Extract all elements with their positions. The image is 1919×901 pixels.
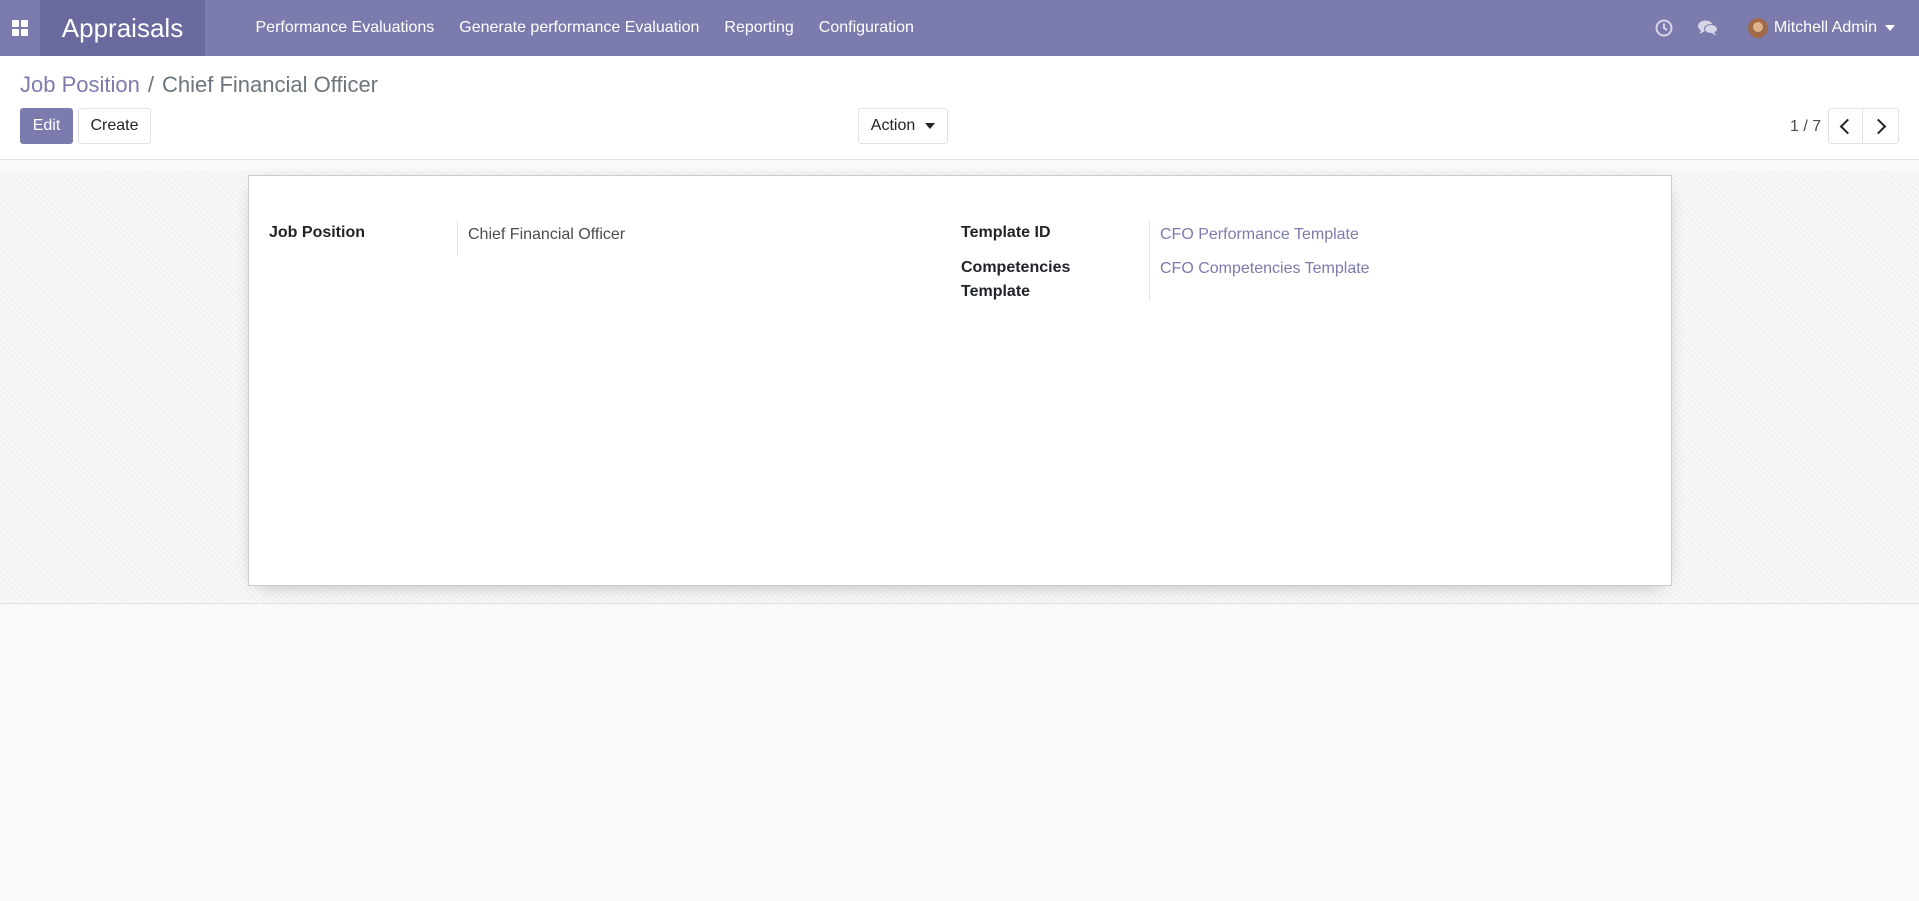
breadcrumb-current: Chief Financial Officer	[161, 72, 378, 97]
job-position-label: Job Position	[269, 224, 365, 241]
top-navbar: Appraisals Performance Evaluations Gener…	[0, 0, 1919, 56]
activity-clock-icon[interactable]	[1650, 14, 1678, 42]
messaging-chat-icon[interactable]	[1694, 14, 1722, 42]
chevron-down-icon	[925, 123, 936, 129]
control-panel: Job Position / Chief Financial Officer E…	[0, 56, 1919, 160]
pager-previous-button[interactable]	[1828, 108, 1863, 144]
action-label: Action	[870, 117, 916, 134]
competencies-template-link[interactable]: CFO Competencies Template	[1160, 257, 1370, 281]
field-divider	[457, 221, 458, 255]
apps-menu-button[interactable]	[0, 0, 40, 56]
chevron-down-icon	[1885, 25, 1895, 31]
edit-button[interactable]: Edit	[20, 108, 73, 144]
chevron-left-icon	[1839, 118, 1856, 134]
action-dropdown-button[interactable]: Action	[858, 108, 948, 144]
job-position-value[interactable]: Chief Financial Officer	[468, 223, 625, 247]
field-divider	[1149, 221, 1150, 301]
breadcrumb-job-position-link[interactable]: Job Position	[20, 72, 140, 98]
menu-generate-performance-evaluation[interactable]: Generate performance Evaluation	[447, 0, 712, 56]
form-sheet: Job Position Chief Financial Officer Tem…	[248, 175, 1672, 586]
main-menu: Performance Evaluations Generate perform…	[243, 0, 926, 56]
create-button[interactable]: Create	[78, 108, 151, 144]
navbar-systray: Mitchell Admin	[1650, 0, 1919, 56]
pager-value[interactable]: 1 / 7	[1790, 118, 1821, 136]
avatar	[1747, 18, 1768, 38]
template-id-link[interactable]: CFO Performance Template	[1160, 223, 1359, 247]
user-menu[interactable]: Mitchell Admin	[1747, 18, 1895, 38]
template-id-label: Template ID	[961, 224, 1051, 241]
pager-next-button[interactable]	[1862, 108, 1899, 144]
menu-performance-evaluations[interactable]: Performance Evaluations	[243, 0, 447, 56]
user-name: Mitchell Admin	[1773, 19, 1877, 36]
menu-reporting[interactable]: Reporting	[712, 0, 806, 56]
breadcrumb: Job Position / Chief Financial Officer	[20, 72, 378, 98]
competencies-template-label: Competencies Template	[961, 259, 1071, 300]
breadcrumb-separator: /	[147, 72, 154, 97]
chevron-right-icon	[1870, 118, 1887, 134]
apps-grid-icon	[12, 20, 28, 36]
app-brand[interactable]: Appraisals	[40, 0, 205, 56]
menu-configuration[interactable]: Configuration	[806, 0, 926, 56]
